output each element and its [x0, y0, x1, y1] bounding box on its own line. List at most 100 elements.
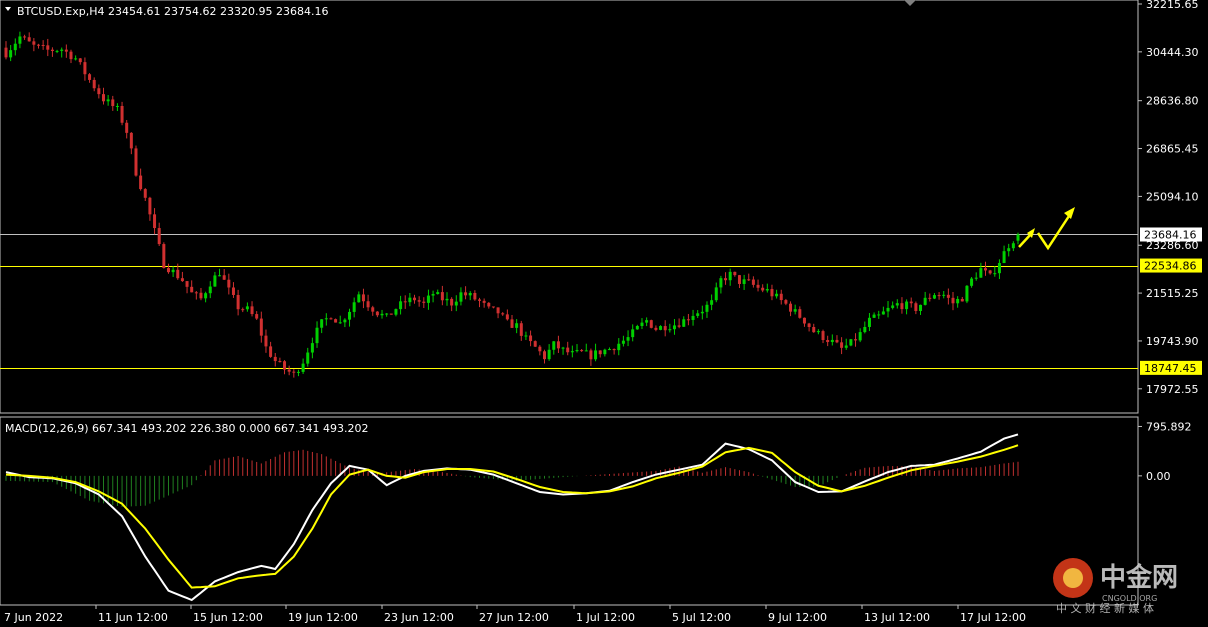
- arrow-head-icon: [1064, 207, 1075, 219]
- bull-candle: [849, 339, 853, 346]
- forecast-arrow-large: [1036, 215, 1071, 251]
- bull-candle: [74, 58, 78, 60]
- bear-candle: [329, 318, 333, 320]
- bear-candle: [101, 94, 105, 102]
- bear-candle: [292, 371, 296, 373]
- bear-candle: [120, 105, 124, 123]
- bull-candle: [385, 313, 389, 315]
- bear-candle: [264, 335, 268, 347]
- bull-candle: [561, 347, 565, 349]
- bear-candle: [598, 350, 602, 355]
- bear-candle: [88, 74, 92, 80]
- bull-candle: [682, 319, 686, 327]
- bull-candle: [60, 49, 64, 51]
- forecast-arrow-small: [1018, 233, 1032, 248]
- price-tick-label: 19743.90: [1146, 335, 1199, 348]
- bear-candle: [464, 292, 468, 296]
- bear-candle: [663, 326, 667, 331]
- time-tick-label: 27 Jun 12:00: [479, 611, 549, 624]
- menu-triangle-icon[interactable]: [5, 7, 11, 11]
- bull-candle: [13, 43, 17, 51]
- bear-candle: [821, 331, 825, 341]
- signal-line: [5, 444, 1019, 589]
- bull-candle: [635, 326, 639, 330]
- bull-candle: [459, 292, 463, 302]
- bear-candle: [92, 79, 96, 89]
- bear-candle: [111, 99, 115, 107]
- bull-candle: [570, 351, 574, 353]
- bull-candle: [714, 287, 718, 301]
- bull-candle: [863, 326, 867, 333]
- bull-candle: [343, 319, 347, 323]
- bear-candle: [273, 356, 277, 362]
- bear-candle: [287, 369, 291, 372]
- bear-candle: [41, 44, 45, 46]
- bull-candle: [858, 332, 862, 341]
- time-tick-label: 1 Jul 12:00: [576, 611, 635, 624]
- bull-candle: [905, 301, 909, 310]
- price-tick-label: 25094.10: [1146, 190, 1199, 203]
- bull-candle: [631, 329, 635, 338]
- bull-candle: [877, 314, 881, 316]
- bear-candle: [78, 58, 82, 63]
- bear-candle: [417, 300, 421, 302]
- bear-candle: [505, 314, 509, 320]
- bear-candle: [482, 300, 486, 303]
- bull-candle: [816, 331, 820, 333]
- bull-candle: [705, 304, 709, 312]
- bull-candle: [923, 297, 927, 305]
- bear-candle: [909, 301, 913, 304]
- bear-candle: [231, 287, 235, 295]
- bear-candle: [227, 279, 231, 288]
- bear-candle: [143, 189, 147, 198]
- bear-candle: [278, 361, 282, 363]
- bull-candle: [979, 268, 983, 278]
- price-tick-label: 21515.25: [1146, 287, 1199, 300]
- bull-candle: [9, 50, 13, 58]
- bear-candle: [951, 297, 955, 304]
- bull-candle: [742, 279, 746, 284]
- bear-candle: [403, 301, 407, 303]
- level-tag: 22534.86: [1144, 260, 1197, 273]
- macd-tick-label: 795.892: [1146, 420, 1192, 433]
- bear-candle: [83, 62, 87, 75]
- bull-candle: [584, 350, 588, 352]
- bear-candle: [802, 317, 806, 324]
- bull-candle: [719, 278, 723, 288]
- bull-candle: [844, 345, 848, 348]
- bear-candle: [984, 268, 988, 271]
- bear-candle: [566, 347, 570, 353]
- bull-candle: [956, 298, 960, 304]
- bear-candle: [375, 311, 379, 316]
- bear-candle: [134, 148, 138, 176]
- bear-candle: [389, 313, 393, 315]
- bear-candle: [422, 301, 426, 303]
- bear-candle: [283, 361, 287, 370]
- bull-candle: [468, 292, 472, 296]
- price-tick-label: 17972.55: [1146, 383, 1199, 396]
- bull-candle: [445, 298, 449, 301]
- bear-candle: [988, 270, 992, 274]
- bear-candle: [835, 339, 839, 343]
- bear-candle: [139, 175, 143, 190]
- time-axis: 7 Jun 2022 11 Jun 12:00 15 Jun 12:00 19 Jun…: [4, 605, 1026, 624]
- shift-marker-icon[interactable]: [904, 0, 916, 6]
- bear-candle: [27, 37, 31, 42]
- bear-candle: [747, 279, 751, 281]
- chart-canvas: BTCUSD.Exp,H4 23454.61 23754.62 23320.95…: [0, 0, 1202, 624]
- bull-candle: [18, 36, 22, 44]
- bear-candle: [807, 323, 811, 327]
- bull-candle: [320, 319, 324, 328]
- macd-header: MACD(12,26,9) 667.341 493.202 226.380 0.…: [5, 422, 368, 435]
- bull-candle: [436, 292, 440, 295]
- bear-candle: [69, 51, 73, 60]
- bull-candle: [218, 275, 222, 277]
- bull-candle: [640, 322, 644, 327]
- bull-candle: [659, 326, 663, 330]
- bear-candle: [473, 292, 477, 300]
- bear-candle: [153, 214, 157, 229]
- bear-candle: [487, 302, 491, 307]
- bear-candle: [529, 335, 533, 342]
- bull-candle: [872, 314, 876, 318]
- bull-candle: [426, 295, 430, 303]
